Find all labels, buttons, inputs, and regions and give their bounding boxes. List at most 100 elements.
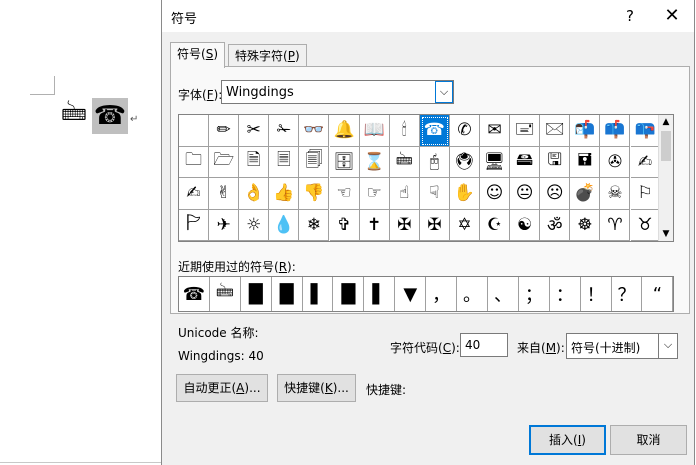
symbol-cell[interactable]: 📫 — [600, 115, 631, 147]
symbol-cell[interactable]: ☎ — [419, 115, 450, 147]
symbol-cell[interactable]: ☸ — [570, 209, 601, 241]
symbol-cell[interactable]: ☠ — [600, 178, 631, 210]
symbol-cell[interactable]: ✝ — [359, 209, 390, 241]
recent-symbol-cell[interactable]: “ — [643, 277, 674, 311]
recent-symbol-cell[interactable]: ▌ — [303, 277, 334, 311]
symbol-cell[interactable]: 👓 — [299, 115, 330, 147]
char-code-input[interactable]: 40 — [460, 333, 508, 357]
recent-symbol-cell[interactable]: █ — [334, 277, 365, 311]
symbol-cell[interactable]: 🖥 — [480, 146, 511, 178]
recent-symbol-cell[interactable]: ▼ — [395, 277, 427, 311]
symbol-cell[interactable]: 📬 — [570, 115, 601, 147]
recent-symbol-cell[interactable]: ？ — [612, 277, 643, 311]
symbol-cell[interactable]: 🗏 — [269, 146, 300, 178]
recent-symbol-cell[interactable]: █ — [241, 277, 272, 311]
symbol-cell[interactable]: ☼ — [239, 209, 270, 241]
recent-symbol-cell[interactable]: ▌ — [364, 277, 396, 311]
symbol-cell[interactable]: ✞ — [329, 209, 360, 241]
recent-symbols-row[interactable]: ☎ 🖮 █ █ ▌ █ ▌ ▼，。、；：！？ “ — [178, 276, 674, 312]
symbol-cell[interactable]: 🖬 — [570, 146, 601, 178]
symbol-cell[interactable]: ☜ — [329, 178, 360, 210]
symbol-cell[interactable]: 🖂 — [540, 115, 571, 147]
symbol-cell[interactable]: 🖃 — [510, 115, 541, 147]
symbol-cell[interactable]: 🏱 — [179, 209, 210, 241]
symbol-cell[interactable]: ✍ — [630, 146, 661, 178]
autocorrect-button[interactable]: 自动更正(A)... — [176, 374, 268, 402]
symbol-cell[interactable]: 🕯 — [389, 115, 420, 147]
symbol-cell[interactable]: 🖰 — [419, 146, 450, 178]
symbol-cell[interactable]: 🗀 — [179, 146, 210, 178]
symbol-cell[interactable]: 💧 — [269, 209, 300, 241]
recent-symbol-cell[interactable]: ☎ — [179, 277, 210, 311]
symbol-cell[interactable]: 😐 — [510, 178, 541, 210]
symbol-cell[interactable]: 💣 — [570, 178, 601, 210]
symbol-cell[interactable]: 👍 — [269, 178, 300, 210]
recent-symbol-cell[interactable]: ： — [550, 277, 581, 311]
symbol-cell[interactable]: 🗎 — [239, 146, 270, 178]
symbol-cell[interactable]: ☟ — [419, 178, 450, 210]
symbol-cell[interactable]: ☪ — [480, 209, 511, 241]
chevron-down-icon[interactable]: ⌵ — [658, 334, 677, 358]
symbol-cell[interactable]: ☝ — [389, 178, 420, 210]
symbol-grid-scrollbar[interactable]: ▲ ▼ — [658, 115, 673, 241]
symbol-cell[interactable]: 🖴 — [510, 146, 541, 178]
recent-symbol-cell[interactable]: ， — [426, 277, 458, 311]
symbol-cell[interactable]: ॐ — [540, 209, 571, 241]
symbol-cell[interactable]: ✈ — [209, 209, 240, 241]
symbol-cell[interactable]: 🗁 — [209, 146, 240, 178]
symbol-cell[interactable]: ✋ — [449, 178, 480, 210]
symbol-cell[interactable]: ✏ — [209, 115, 240, 147]
symbol-cell[interactable]: 🖮 — [389, 146, 420, 178]
dialog-titlebar[interactable]: 符号 ? ✕ — [162, 0, 694, 32]
symbol-cell[interactable]: ✁ — [269, 115, 300, 147]
symbol-cell[interactable]: ☯ — [510, 209, 541, 241]
symbol-cell[interactable]: ✉ — [480, 115, 511, 147]
recent-symbol-cell[interactable]: ； — [519, 277, 550, 311]
symbol-cell[interactable]: 📖 — [359, 115, 390, 147]
recent-symbol-cell[interactable]: ！ — [581, 277, 612, 311]
scroll-down-icon[interactable]: ▼ — [659, 227, 673, 241]
chevron-down-icon[interactable]: ⌵ — [435, 81, 453, 103]
symbol-cell[interactable]: ♉ — [630, 209, 661, 241]
symbol-cell[interactable]: ✇ — [600, 146, 631, 178]
symbol-cell[interactable]: 👌 — [239, 178, 270, 210]
symbol-cell[interactable]: ☺ — [480, 178, 511, 210]
recent-symbol-cell[interactable]: 🖮 — [210, 277, 241, 311]
font-select[interactable]: Wingdings ⌵ — [221, 80, 454, 104]
symbol-cell[interactable]: ✂ — [239, 115, 270, 147]
symbol-cell[interactable]: 🗄 — [329, 146, 360, 178]
symbol-cell[interactable]: ☹ — [540, 178, 571, 210]
symbol-cell[interactable]: 🗐 — [299, 146, 330, 178]
help-button[interactable]: ? — [617, 5, 643, 27]
symbol-cell[interactable]: ❄ — [299, 209, 330, 241]
tab-special-characters[interactable]: 特殊字符(P) — [228, 44, 307, 67]
symbol-cell[interactable]: ✠ — [419, 209, 450, 241]
symbol-cell[interactable]: 📪 — [630, 115, 661, 147]
symbol-cell[interactable]: ⚐ — [630, 178, 661, 210]
symbol-cell[interactable]: ✍ — [179, 178, 210, 210]
insert-button[interactable]: 插入(I) — [529, 425, 606, 455]
recent-symbol-cell[interactable]: 。 — [457, 277, 488, 311]
symbol-cell[interactable]: ✆ — [449, 115, 480, 147]
scroll-thumb[interactable] — [661, 131, 671, 161]
symbol-cell[interactable]: ✠ — [389, 209, 420, 241]
scroll-up-icon[interactable]: ▲ — [659, 115, 673, 129]
symbol-cell[interactable] — [179, 115, 210, 147]
recent-symbol-cell[interactable]: █ — [272, 277, 303, 311]
symbol-grid[interactable]: ♉ ♈ ☸ ॐ ☯ ☪ ✡ ✠ ✠ ✝ ✞ ❄ 💧 ☼ ✈ 🏱 ⚐ ☠ 💣 ☹ 😐 ☺ ✋ ☟ ☝ ☞ ☜ 👎 👍 👌 ✌ ✍ ✍ ✇ 🖬 🖫 🖴 🖥 🖲 🖰… — [178, 114, 674, 242]
symbol-cell[interactable]: ✌ — [209, 178, 240, 210]
symbol-cell[interactable]: ⌛ — [359, 146, 390, 178]
shortcut-key-button[interactable]: 快捷键(K)... — [277, 374, 356, 402]
symbol-cell[interactable]: ♈ — [600, 209, 631, 241]
symbol-cell[interactable]: ☞ — [359, 178, 390, 210]
symbol-cell[interactable]: 🖲 — [449, 146, 480, 178]
from-select[interactable]: 符号(十进制) ⌵ — [566, 333, 678, 359]
recent-symbol-cell[interactable]: 、 — [488, 277, 519, 311]
cancel-button[interactable]: 取消 — [610, 425, 687, 455]
tab-symbols[interactable]: 符号(S) — [170, 42, 225, 68]
symbol-cell[interactable]: 🖫 — [540, 146, 571, 178]
close-button[interactable]: ✕ — [659, 5, 685, 27]
symbol-cell[interactable]: ✡ — [449, 209, 480, 241]
symbol-cell[interactable]: 👎 — [299, 178, 330, 210]
symbol-cell[interactable]: 🔔 — [329, 115, 360, 147]
